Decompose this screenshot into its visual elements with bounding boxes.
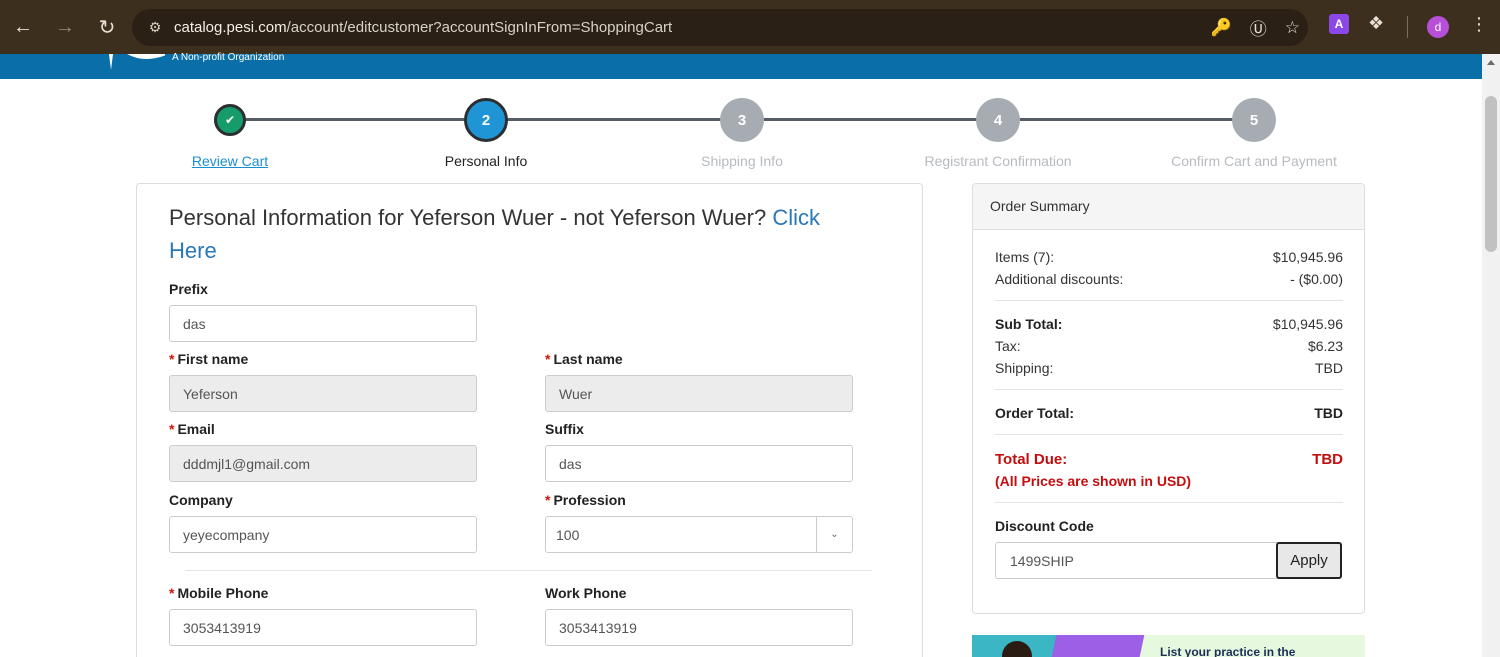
work-phone-label: Work Phone <box>545 585 627 601</box>
subtotal-row: Sub Total: $10,945.96 <box>995 316 1343 332</box>
first-name-label: * First name <box>169 351 249 367</box>
banner-text: List your practice in the <box>1160 645 1296 657</box>
profession-selected-value: 100 <box>556 526 580 543</box>
step-confirm-cart-payment-label: Confirm Cart and Payment <box>1171 153 1337 169</box>
summary-divider <box>995 389 1343 390</box>
prefix-label: Prefix <box>169 281 208 297</box>
step-review-cart-link[interactable]: Review Cart <box>130 153 330 169</box>
company-input[interactable]: yeyecompany <box>169 516 477 553</box>
back-arrow-icon[interactable]: ← <box>4 8 42 46</box>
page-scrollbar[interactable] <box>1482 54 1500 657</box>
translate-icon[interactable]: Ⓤ <box>1250 15 1267 40</box>
address-bar[interactable]: ⚙ catalog.pesi.com/account/editcustomer?… <box>132 9 1308 46</box>
suffix-label: Suffix <box>545 421 584 437</box>
order-total-row: Order Total: TBD <box>995 405 1343 421</box>
profession-select[interactable]: 100 ⌄ <box>545 516 853 553</box>
step-shipping-info-label: Shipping Info <box>701 153 783 169</box>
kebab-menu-icon[interactable]: ⋮ <box>1470 14 1488 35</box>
last-name-label: * Last name <box>545 351 623 367</box>
mobile-phone-input[interactable]: 3053413919 <box>169 609 477 646</box>
extension-a-icon[interactable]: A <box>1329 14 1349 34</box>
order-summary-header: Order Summary <box>973 184 1364 230</box>
required-mark: * <box>545 492 551 508</box>
required-mark: * <box>169 585 175 601</box>
profession-label: * Profession <box>545 492 626 508</box>
pesi-logo-icon[interactable] <box>105 54 165 72</box>
shipping-row: Shipping: TBD <box>995 360 1343 376</box>
url-text: catalog.pesi.com/account/editcustomer?ac… <box>174 19 673 36</box>
step-5-circle: 5 <box>1232 98 1276 142</box>
site-tagline: A Non-profit Organization <box>172 52 285 63</box>
total-due-row: Total Due: TBD <box>995 451 1343 468</box>
prefix-input[interactable]: das <box>169 305 477 342</box>
summary-divider <box>995 434 1343 435</box>
step-4-circle: 4 <box>976 98 1020 142</box>
tax-row: Tax: $6.23 <box>995 338 1343 354</box>
first-name-input[interactable]: Yeferson <box>169 375 477 412</box>
site-header: A Non-profit Organization <box>0 52 1482 79</box>
suffix-input[interactable]: das <box>545 445 853 482</box>
key-icon[interactable]: 🔑 <box>1211 18 1232 38</box>
mobile-phone-label: * Mobile Phone <box>169 585 269 601</box>
discount-code-label: Discount Code <box>995 518 1094 534</box>
promo-banner[interactable]: List your practice in the <box>972 635 1365 657</box>
summary-divider <box>995 300 1343 301</box>
profile-avatar[interactable]: d <box>1427 16 1449 38</box>
required-mark: * <box>169 421 175 437</box>
discounts-row: Additional discounts: - ($0.00) <box>995 271 1343 287</box>
company-label: Company <box>169 492 233 508</box>
scroll-up-arrow-icon[interactable] <box>1487 60 1495 65</box>
toolbar-divider <box>1407 16 1408 38</box>
last-name-input[interactable]: Wuer <box>545 375 853 412</box>
star-bookmark-icon[interactable]: ☆ <box>1285 18 1300 38</box>
required-mark: * <box>545 351 551 367</box>
email-label: * Email <box>169 421 215 437</box>
step-2-circle: 2 <box>464 98 508 142</box>
step-3-circle: 3 <box>720 98 764 142</box>
required-mark: * <box>169 351 175 367</box>
form-divider <box>185 570 872 571</box>
work-phone-input[interactable]: 3053413919 <box>545 609 853 646</box>
summary-divider <box>995 502 1343 503</box>
extensions-puzzle-icon[interactable]: ❖ <box>1368 13 1384 34</box>
step-1-check-icon[interactable]: ✔ <box>214 104 246 136</box>
step-registrant-confirmation-label: Registrant Confirmation <box>924 153 1072 169</box>
browser-toolbar: ← → ↻ ⚙ catalog.pesi.com/account/editcus… <box>0 0 1500 54</box>
discount-code-input[interactable]: 1499SHIP <box>995 542 1279 579</box>
email-input[interactable]: dddmjl1@gmail.com <box>169 445 477 482</box>
chevron-down-icon[interactable]: ⌄ <box>816 517 852 552</box>
step-personal-info-label: Personal Info <box>444 153 528 169</box>
apply-discount-button[interactable]: Apply <box>1276 542 1342 579</box>
items-row: Items (7): $10,945.96 <box>995 249 1343 265</box>
forward-arrow-icon[interactable]: → <box>46 8 84 46</box>
site-info-icon[interactable]: ⚙ <box>142 19 168 36</box>
page-title: Personal Information for Yeferson Wuer -… <box>169 205 820 263</box>
usd-note: (All Prices are shown in USD) <box>995 473 1192 489</box>
reload-icon[interactable]: ↻ <box>88 8 126 46</box>
banner-purple-block <box>1051 635 1145 657</box>
scrollbar-thumb[interactable] <box>1485 96 1497 252</box>
